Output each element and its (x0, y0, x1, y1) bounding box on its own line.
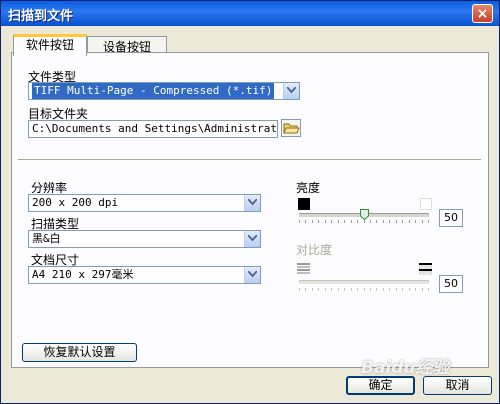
dark-square-icon (298, 198, 310, 210)
slider-tick (312, 288, 313, 291)
restore-defaults-label: 恢复默认设置 (43, 345, 116, 359)
low-contrast-icon (297, 263, 310, 274)
slider-tick (402, 288, 403, 291)
slider-tick (428, 220, 429, 223)
file-type-value: TIFF Multi-Page - Compressed (*.tif) (32, 83, 275, 99)
title-bar: 扫描到文件 × (1, 1, 499, 26)
slider-tick (383, 288, 384, 291)
file-type-select[interactable]: TIFF Multi-Page - Compressed (*.tif) (28, 82, 300, 100)
close-button[interactable]: × (472, 4, 493, 23)
slider-tick (383, 220, 384, 223)
chevron-down-icon (248, 271, 257, 277)
slider-tick (422, 288, 423, 291)
scan-type-value: 黑&白 (32, 232, 61, 245)
slider-tick (376, 288, 377, 291)
resolution-select[interactable]: 200 x 200 dpi (28, 194, 261, 212)
slider-tick (415, 288, 416, 291)
light-square-icon (420, 198, 432, 210)
separator (18, 159, 481, 161)
slider-tick (389, 220, 390, 223)
brightness-slider-thumb[interactable] (360, 209, 369, 221)
brightness-value-box[interactable]: 50 (439, 209, 463, 227)
ok-label: 确定 (368, 378, 393, 392)
slider-tick (357, 220, 358, 223)
slider-tick (331, 288, 332, 291)
chevron-down-icon (248, 235, 257, 241)
slider-tick (299, 220, 300, 223)
dropdown-button[interactable] (244, 195, 260, 211)
slider-tick (370, 288, 371, 291)
slider-tick (428, 288, 429, 291)
slider-tick (344, 220, 345, 223)
slider-tick (396, 288, 397, 291)
slider-tick (409, 220, 410, 223)
slider-tick (351, 220, 352, 223)
slider-tick (305, 220, 306, 223)
doc-size-select[interactable]: A4 210 x 297毫米 (28, 266, 261, 284)
slider-tick (299, 288, 300, 291)
window-title: 扫描到文件 (8, 9, 74, 24)
slider-tick (370, 220, 371, 223)
dropdown-button[interactable] (244, 231, 260, 247)
slider-thumb-icon (360, 209, 369, 221)
slider-tick (364, 220, 365, 223)
slider-tick (376, 220, 377, 223)
slider-tick (415, 220, 416, 223)
contrast-ticks (299, 288, 429, 292)
slider-tick (396, 220, 397, 223)
slider-tick (325, 220, 326, 223)
dropdown-button[interactable] (244, 267, 260, 283)
brightness-value: 50 (444, 211, 458, 224)
slider-tick (344, 288, 345, 291)
slider-tick (402, 220, 403, 223)
contrast-value: 50 (444, 277, 458, 290)
contrast-value-box[interactable]: 50 (439, 275, 463, 293)
slider-tick (357, 288, 358, 291)
slider-tick (409, 288, 410, 291)
folder-icon (283, 123, 300, 134)
browse-folder-button[interactable] (281, 119, 301, 137)
contrast-label: 对比度 (296, 243, 333, 257)
slider-tick (312, 220, 313, 223)
contrast-slider-track[interactable] (299, 280, 429, 285)
slider-tick (422, 220, 423, 223)
scan-to-file-dialog: 扫描到文件 × 软件按钮 设备按钮 文件类型 TIFF Multi-Page -… (0, 0, 500, 404)
resolution-value: 200 x 200 dpi (32, 196, 119, 209)
slider-tick (338, 220, 339, 223)
chevron-down-icon (248, 199, 257, 205)
brightness-ticks (299, 220, 429, 224)
slider-tick (318, 288, 319, 291)
cancel-label: 取消 (445, 378, 470, 392)
restore-defaults-button[interactable]: 恢复默认设置 (22, 343, 137, 362)
target-folder-input[interactable]: C:\Documents and Settings\Administrator\… (28, 120, 278, 138)
slider-tick (318, 220, 319, 223)
ok-button[interactable]: 确定 (346, 376, 415, 395)
tab-label: 软件按钮 (25, 38, 74, 52)
close-icon: × (476, 6, 489, 22)
dropdown-button[interactable] (283, 83, 299, 99)
slider-tick (364, 288, 365, 291)
slider-tick (325, 288, 326, 291)
tab-software-button[interactable]: 软件按钮 (13, 34, 87, 56)
slider-tick (331, 220, 332, 223)
doc-size-value: A4 210 x 297毫米 (32, 268, 134, 281)
slider-tick (305, 288, 306, 291)
high-contrast-icon (419, 263, 432, 275)
scan-type-select[interactable]: 黑&白 (28, 230, 261, 248)
slider-tick (389, 288, 390, 291)
slider-tick (338, 288, 339, 291)
target-folder-value: C:\Documents and Settings\Administrator\… (32, 122, 278, 135)
slider-tick (351, 288, 352, 291)
cancel-button[interactable]: 取消 (423, 376, 492, 395)
brightness-label: 亮度 (296, 181, 321, 195)
chevron-down-icon (287, 87, 296, 93)
